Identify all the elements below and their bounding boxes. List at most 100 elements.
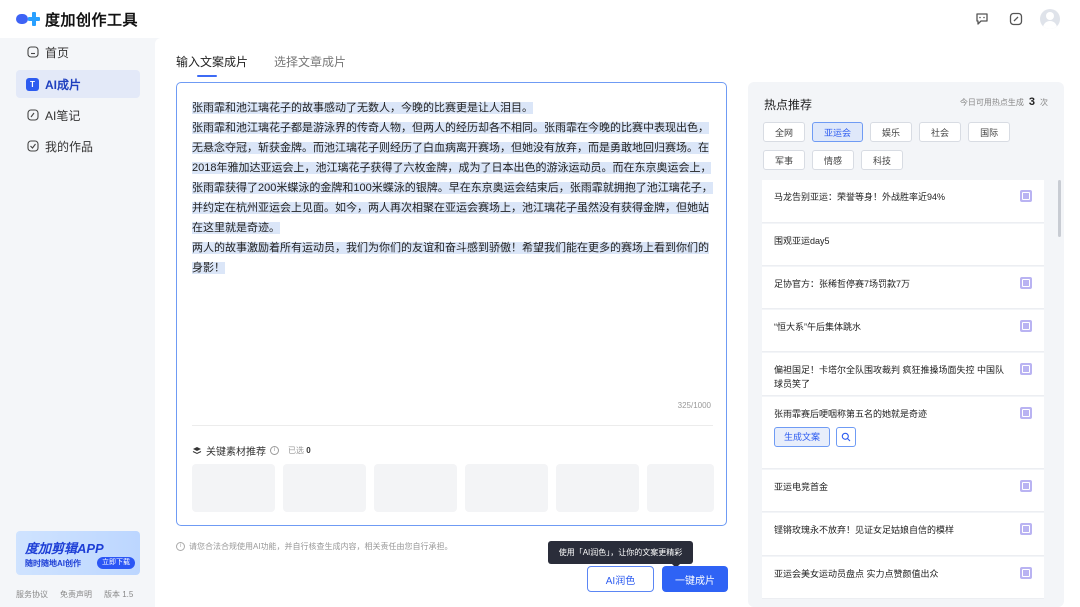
hot-topics-title: 热点推荐 [764,98,813,112]
layers-icon [192,446,202,456]
generate-icon[interactable] [1020,407,1032,419]
compliance-notice: i 请您合法合规使用AI功能，并自行核查生成内容，相关责任由您自行承担。 [176,541,453,552]
generate-icon[interactable] [1020,190,1032,202]
top-header: 度加创作工具 [0,0,1080,38]
list-item[interactable]: 亚运会美女运动员盘点 实力点赞颜值出众 [762,557,1044,599]
list-item[interactable]: 围观亚运day5 [762,224,1044,266]
hot-topic-title: 亚运电竞首金 [774,482,829,492]
copy-editor[interactable]: 张雨霏和池江璃花子的故事感动了无数人，今晚的比赛更是让人泪目。 张雨霏和池江璃花… [176,82,727,526]
app-logo[interactable]: 度加创作工具 [16,9,138,30]
hot-topics-panel: 热点推荐 今日可用热点生成 3 次 全网 亚运会 娱乐 社会 国际 军事 情感 … [748,82,1064,607]
hot-topic-title: 马龙告别亚运：荣誉等身！外战胜率近94% [774,192,946,202]
tab-select-article[interactable]: 选择文章成片 [274,53,346,76]
hot-topic-title: 张雨霏赛后哽咽称第五名的她就是奇迹 [774,409,928,419]
selected-count: 已选 0 [288,445,311,456]
list-item[interactable]: 铿锵玫瑰永不放弃！见证女足姑娘自信的模样 [762,513,1044,556]
quota-suffix: 次 [1040,97,1048,107]
tag-society[interactable]: 社会 [919,122,962,142]
promo-title: 度加剪辑APP [25,541,104,556]
app-promo-banner[interactable]: 度加剪辑APP 随时随地AI创作 立即下载 [16,531,140,575]
my-works-icon [26,140,39,153]
material-thumbnail[interactable] [556,464,639,512]
home-icon [26,46,39,59]
sidebar-item-home[interactable]: 首页 [16,38,140,66]
hot-topic-title: 偏袒国足！卡塔尔全队围攻裁判 疯狂推搡场面失控 中国队球员笑了 [774,365,1005,389]
topic-tags: 全网 亚运会 娱乐 社会 国际 军事 情感 科技 [763,122,1053,170]
tag-all[interactable]: 全网 [763,122,806,142]
list-item[interactable]: 足协官方：张稀哲停赛7场罚款7万 [762,267,1044,309]
sidebar: 首页 T AI成片 AI笔记 我的作品 度加剪辑APP 随时随地AI创作 立即下… [0,38,155,607]
logo-mark-icon [16,12,40,26]
ai-note-icon [26,109,39,122]
material-thumbnail[interactable] [647,464,714,512]
polish-tooltip: 使用「AI润色」，让你的文案更精彩 [548,541,693,568]
hot-quota: 今日可用热点生成 3 次 [960,96,1048,108]
editor-text[interactable]: 张雨霏和池江璃花子的故事感动了无数人，今晚的比赛更是让人泪目。 张雨霏和池江璃花… [192,98,715,278]
hot-topic-list: 马龙告别亚运：荣誉等身！外战胜率近94% 围观亚运day5 足协官方：张稀哲停赛… [762,180,1044,600]
hot-topic-title: 铿锵玫瑰永不放弃！见证女足姑娘自信的模样 [774,525,955,535]
hot-topic-title: 亚运会美女运动员盘点 实力点赞颜值出众 [774,569,939,579]
list-item[interactable]: 偏袒国足！卡塔尔全队围攻裁判 疯狂推搡场面失控 中国队球员笑了 [762,353,1044,396]
divider [192,425,713,426]
sidebar-item-my-works[interactable]: 我的作品 [16,132,140,160]
sidebar-item-label: 首页 [45,45,70,60]
quota-prefix: 今日可用热点生成 [959,97,1024,107]
promo-subtitle: 随时随地AI创作 [25,559,81,568]
one-click-generate-button[interactable]: 一键成片 [662,566,728,592]
tab-input-copy[interactable]: 输入文案成片 [176,53,248,77]
user-avatar[interactable] [1040,9,1060,29]
material-thumbnail[interactable] [192,464,275,512]
sidebar-item-label: 我的作品 [45,139,94,154]
tag-asian-games[interactable]: 亚运会 [812,122,864,142]
main-content: 输入文案成片 选择文章成片 张雨霏和池江璃花子的故事感动了无数人，今晚的比赛更是… [155,38,1080,607]
list-scrollbar[interactable] [1058,180,1061,237]
generate-icon[interactable] [1020,567,1032,579]
editor-paragraph: 张雨霏和池江璃花子的故事感动了无数人，今晚的比赛更是让人泪目。 [192,102,533,114]
footer-links: 服务协议 免责声明 版本 1.5 [16,589,133,600]
promo-download-button[interactable]: 立即下载 [97,557,135,569]
info-icon[interactable]: i [270,446,279,455]
tag-military[interactable]: 军事 [763,150,806,170]
sidebar-item-label: AI成片 [45,77,82,92]
feedback-icon[interactable] [972,9,992,29]
search-button[interactable] [836,427,857,447]
compliance-notice-text: 请您合法合规使用AI功能，并自行核查生成内容，相关责任由您自行承担。 [189,542,453,551]
material-thumbnail[interactable] [283,464,366,512]
tag-emotion[interactable]: 情感 [812,150,855,170]
generate-icon[interactable] [1020,480,1032,492]
list-item[interactable]: 亚运电竞首金 [762,470,1044,512]
tag-international[interactable]: 国际 [968,122,1011,142]
footer-link-terms[interactable]: 服务协议 [16,589,48,600]
ai-film-icon: T [26,77,39,91]
material-thumbnail[interactable] [374,464,457,512]
hot-topic-title: 足协官方：张稀哲停赛7场罚款7万 [774,279,911,289]
footer-version: 版本 1.5 [104,590,134,599]
tag-entertainment[interactable]: 娱乐 [870,122,913,142]
selected-count-value: 0 [306,446,311,455]
editor-paragraph: 两人的故事激励着所有运动员，我们为你们的友谊和奋斗感到骄傲！希望我们能在更多的赛… [192,242,709,274]
search-icon [841,432,851,442]
generate-icon[interactable] [1020,277,1032,289]
list-item[interactable]: “恒大系”午后集体跳水 [762,310,1044,352]
generate-copy-button[interactable]: 生成文案 [774,427,831,447]
material-thumbnail[interactable] [465,464,548,512]
tab-bar: 输入文案成片 选择文章成片 [176,53,346,77]
list-item-expanded[interactable]: 张雨霏赛后哽咽称第五名的她就是奇迹 生成文案 [762,397,1044,469]
char-counter: 325/1000 [677,401,711,410]
ai-polish-button[interactable]: AI润色 [587,566,654,592]
keyword-material-header: 关键素材推荐 i 已选 0 [192,443,311,458]
keyword-material-label: 关键素材推荐 [206,447,266,458]
edit-icon[interactable] [1006,9,1026,29]
generate-icon[interactable] [1020,363,1032,375]
generate-icon[interactable] [1020,523,1032,535]
app-name: 度加创作工具 [45,11,139,29]
hot-topic-title: 围观亚运day5 [774,236,830,246]
sidebar-item-ai-note[interactable]: AI笔记 [16,101,140,129]
generate-icon[interactable] [1020,320,1032,332]
sidebar-item-ai-film[interactable]: T AI成片 [16,70,140,98]
info-icon: i [176,542,185,551]
tag-tech[interactable]: 科技 [861,150,904,170]
list-item[interactable]: 马龙告别亚运：荣誉等身！外战胜率近94% [762,180,1044,223]
footer-link-disclaimer[interactable]: 免责声明 [60,589,92,600]
sidebar-item-label: AI笔记 [45,108,81,123]
